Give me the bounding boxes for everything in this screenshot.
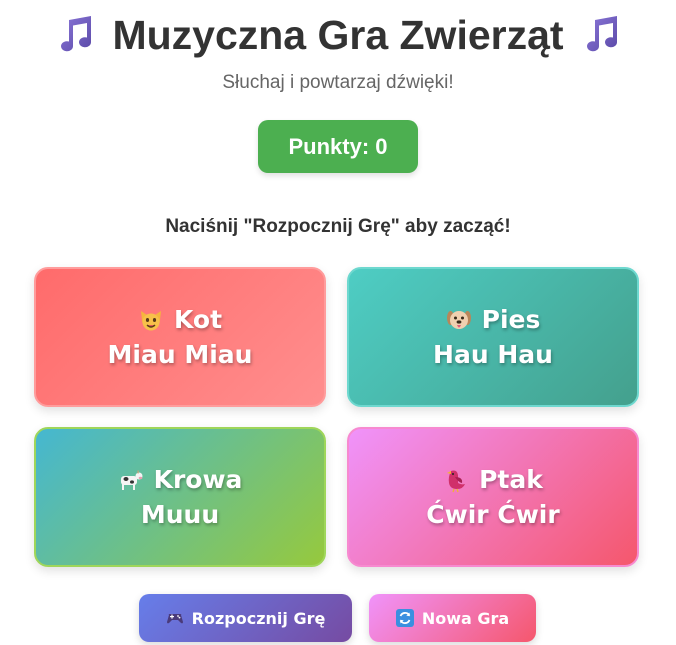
animal-card-dog[interactable]: Pies Hau Hau xyxy=(347,267,639,407)
animal-sound: Hau Hau xyxy=(433,340,553,369)
page-title: Muzyczna Gra Zwierząt xyxy=(0,12,676,59)
music-note-icon xyxy=(55,14,95,54)
animal-sound: Muuu xyxy=(140,500,220,529)
subtitle: Słuchaj i powtarzaj dźwięki! xyxy=(222,72,454,93)
instruction-text: Naciśnij "Rozpocznij Grę" aby zacząć! xyxy=(165,216,511,237)
new-game-button[interactable]: Nowa Gra xyxy=(369,594,536,642)
animal-card-bird[interactable]: Ptak Ćwir Ćwir xyxy=(347,427,639,567)
start-game-label: Rozpocznij Grę xyxy=(191,608,326,628)
refresh-icon xyxy=(395,609,414,627)
music-note-icon xyxy=(581,14,621,54)
cow-icon xyxy=(118,467,144,493)
animal-sound: Miau Miau xyxy=(107,340,253,369)
animal-name: Pies xyxy=(481,305,541,334)
cat-face-icon xyxy=(138,307,164,333)
start-game-button[interactable]: Rozpocznij Grę xyxy=(139,594,352,642)
animal-name: Ptak xyxy=(479,465,543,494)
title-text: Muzyczna Gra Zwierząt xyxy=(112,12,564,58)
animal-card-cat[interactable]: Kot Miau Miau xyxy=(34,267,326,407)
animal-card-cow[interactable]: Krowa Muuu xyxy=(34,427,326,567)
bird-icon xyxy=(443,467,469,493)
new-game-label: Nowa Gra xyxy=(421,608,510,628)
score-display: Punkty: 0 xyxy=(258,120,418,173)
dog-face-icon xyxy=(446,307,472,333)
animal-name: Kot xyxy=(173,305,223,334)
animal-name: Krowa xyxy=(153,465,243,494)
gamepad-icon xyxy=(166,609,184,627)
animal-sound: Ćwir Ćwir xyxy=(426,500,560,529)
